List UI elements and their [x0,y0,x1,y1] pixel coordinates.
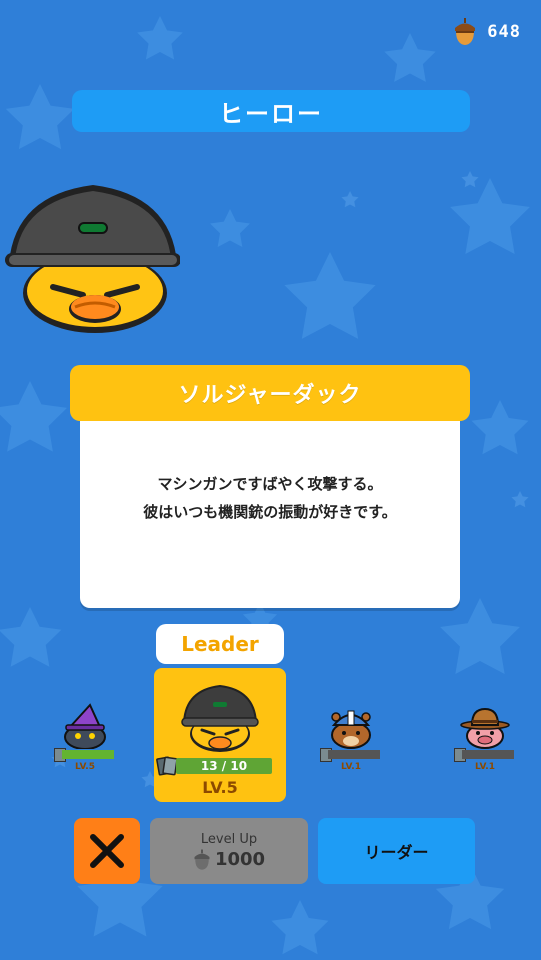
hero-level: LV.5 [75,762,95,772]
card-progress-bar [62,750,114,759]
card-progress-bar [462,750,514,759]
viking-bear-icon [331,710,371,749]
hero-description: マシンガンですばやく攻撃する。 彼はいつも機関銃の振動が好きです。 [80,470,460,526]
card-progress-bar [328,750,380,759]
soldier-duck-portrait [5,185,180,333]
cowboy-pig-icon [460,707,510,749]
hero-level: LV.1 [475,762,495,772]
hero-card-icon [156,756,178,776]
hero-level: LV.1 [341,762,361,772]
card-progress-text: 13 / 10 [200,759,248,773]
close-button[interactable] [74,818,140,884]
set-leader-button[interactable]: リーダー [318,818,475,884]
acorn-icon [194,849,210,870]
leader-level: LV.5 [202,778,238,797]
hero-slot-cowboy-pig[interactable]: LV.1 [454,703,516,773]
level-up-cost: 1000 [193,849,265,871]
wizard-cat-icon [64,703,106,749]
level-up-cost-value: 1000 [214,849,266,870]
close-icon [90,834,124,868]
page-title: ヒーロー [72,90,470,132]
leader-slot[interactable]: 13 / 10 LV.5 [154,668,286,802]
hero-description-line1: マシンガンですばやく攻撃する。 [157,475,383,493]
card-progress-bar: 13 / 10 [176,758,272,774]
hero-slot-wizard-cat[interactable]: LV.5 [54,703,116,773]
hero-description-line2: 彼はいつも機関銃の振動が好きです。 [143,503,397,521]
hero-name: ソルジャーダック [70,365,470,421]
currency-amount: 648 [487,22,521,42]
soldier-duck-icon [181,684,259,752]
set-leader-label: リーダー [364,843,429,862]
level-up-button[interactable]: Level Up 1000 [150,818,308,884]
leader-label: Leader [156,624,284,664]
acorn-icon [455,18,476,45]
level-up-label: Level Up [200,831,258,847]
currency-display: 648 [453,18,521,46]
hero-slot-viking-bear[interactable]: LV.1 [320,703,382,773]
